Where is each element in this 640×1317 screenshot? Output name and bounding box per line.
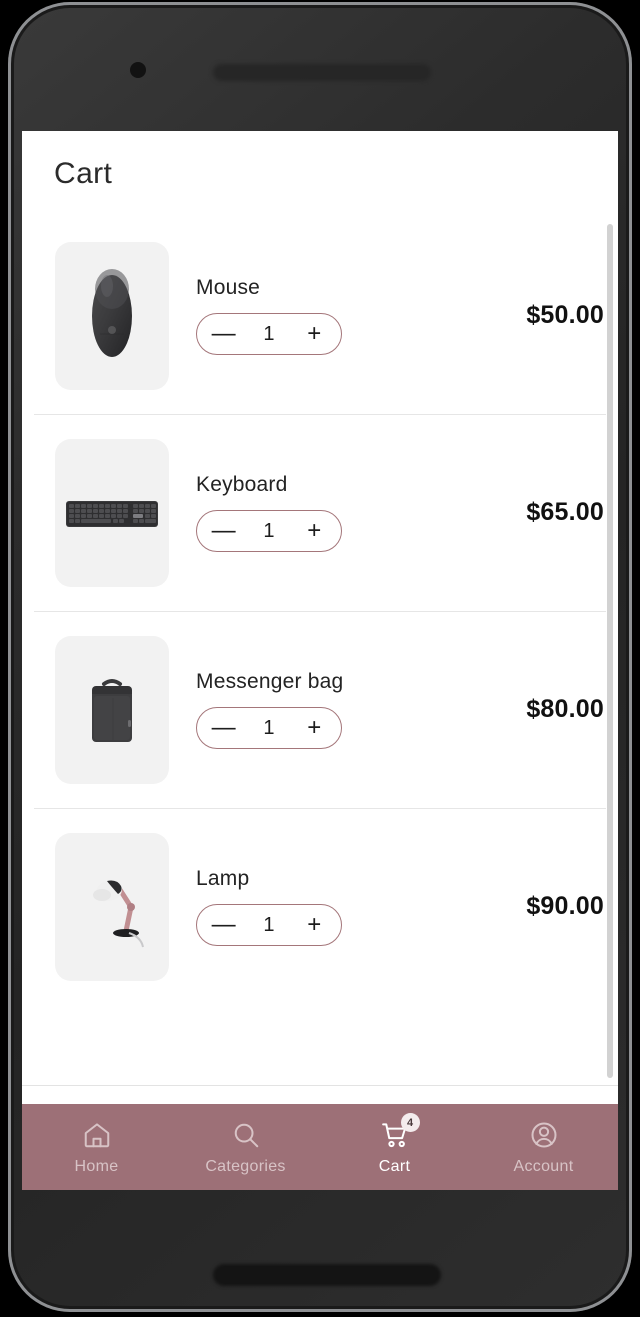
cart-item-row: Keyboard — 1 + $65.00 [22, 414, 618, 611]
product-price: $90.00 [454, 892, 618, 921]
product-name: Mouse [196, 276, 454, 300]
product-details: Messenger bag — 1 + [169, 670, 454, 749]
quantity-stepper[interactable]: — 1 + [196, 707, 342, 749]
nav-label-categories: Categories [205, 1158, 285, 1176]
quantity-value: 1 [260, 520, 278, 543]
product-name: Messenger bag [196, 670, 454, 694]
product-thumbnail [55, 242, 169, 390]
nav-item-home[interactable]: Home [22, 1118, 171, 1176]
account-icon [527, 1118, 561, 1152]
bottom-speaker-bar [213, 1264, 441, 1286]
cart-badge: 4 [401, 1113, 420, 1132]
cart-item-row: Messenger bag — 1 + $80.00 [22, 611, 618, 808]
quantity-stepper[interactable]: — 1 + [196, 510, 342, 552]
product-details: Mouse — 1 + [169, 276, 454, 355]
product-price: $50.00 [454, 301, 618, 330]
lamp-image [55, 833, 169, 981]
cart-item-row: Mouse — 1 + $50.00 [22, 217, 618, 414]
front-camera-icon [130, 62, 146, 78]
bottom-navigation: Home Categories 4 Cart [22, 1104, 618, 1190]
decrement-quantity-button[interactable]: — [207, 913, 241, 937]
nav-item-cart[interactable]: 4 Cart [320, 1118, 469, 1176]
quantity-stepper[interactable]: — 1 + [196, 313, 342, 355]
nav-label-home: Home [75, 1158, 119, 1176]
increment-quantity-button[interactable]: + [297, 716, 331, 740]
nav-item-categories[interactable]: Categories [171, 1118, 320, 1176]
home-icon [80, 1118, 114, 1152]
page-title: Cart [54, 157, 112, 191]
product-thumbnail [55, 636, 169, 784]
search-icon [229, 1118, 263, 1152]
product-details: Lamp — 1 + [169, 867, 454, 946]
decrement-quantity-button[interactable]: — [207, 519, 241, 543]
product-price: $80.00 [454, 695, 618, 724]
earpiece-speaker [213, 64, 431, 81]
cart-item-row: Lamp — 1 + $90.00 [22, 808, 618, 1005]
app-header: Cart [22, 131, 618, 217]
quantity-value: 1 [260, 914, 278, 937]
product-details: Keyboard — 1 + [169, 473, 454, 552]
nav-label-account: Account [514, 1158, 574, 1176]
decrement-quantity-button[interactable]: — [207, 716, 241, 740]
list-scrollbar[interactable] [607, 224, 613, 1078]
product-price: $65.00 [454, 498, 618, 527]
increment-quantity-button[interactable]: + [297, 519, 331, 543]
messenger-bag-image [55, 636, 169, 784]
product-name: Keyboard [196, 473, 454, 497]
cart-icon: 4 [378, 1118, 412, 1152]
app-screen: Cart [22, 131, 618, 1186]
product-name: Lamp [196, 867, 454, 891]
mouse-image [55, 242, 169, 390]
increment-quantity-button[interactable]: + [297, 913, 331, 937]
quantity-value: 1 [260, 323, 278, 346]
cart-item-list: Mouse — 1 + $50.00 [22, 217, 618, 1086]
nav-item-account[interactable]: Account [469, 1118, 618, 1176]
quantity-stepper[interactable]: — 1 + [196, 904, 342, 946]
decrement-quantity-button[interactable]: — [207, 322, 241, 346]
nav-label-cart: Cart [379, 1158, 410, 1176]
quantity-value: 1 [260, 717, 278, 740]
product-thumbnail [55, 833, 169, 981]
increment-quantity-button[interactable]: + [297, 322, 331, 346]
product-thumbnail [55, 439, 169, 587]
keyboard-image [55, 439, 169, 587]
